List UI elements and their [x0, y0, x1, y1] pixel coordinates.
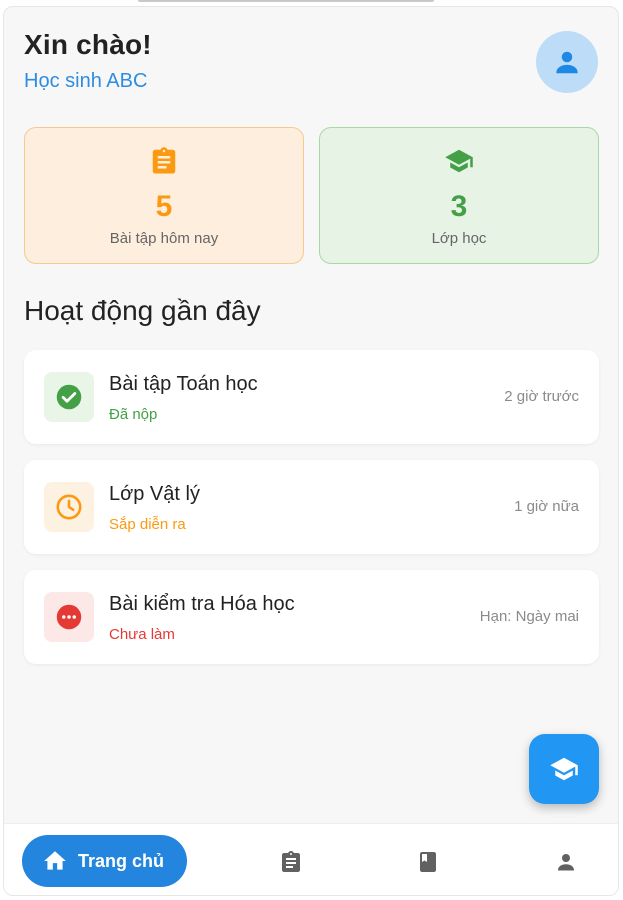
join-class-fab[interactable] — [529, 734, 599, 804]
clock-icon — [56, 494, 82, 520]
stat-card-classes[interactable]: 3 Lớp học — [319, 127, 599, 264]
activity-item-chemistry[interactable]: Bài kiểm tra Hóa học Chưa làm Hạn: Ngày … — [24, 570, 599, 664]
graduation-cap-icon — [550, 757, 578, 781]
activity-icon-box — [44, 592, 94, 642]
activity-status: Sắp diễn ra — [109, 516, 186, 533]
nav-profile[interactable] — [553, 849, 579, 875]
stat-value: 5 — [155, 190, 173, 223]
stat-label: Bài tập hôm nay — [109, 230, 219, 247]
graduation-cap-icon — [445, 149, 473, 173]
nav-home-button[interactable]: Trang chủ — [22, 835, 187, 887]
bottom-nav: Trang chủ — [4, 823, 618, 895]
activity-title: Bài tập Toán học — [109, 373, 258, 395]
book-icon — [420, 852, 436, 872]
activity-item-physics[interactable]: Lớp Vật lý Sắp diễn ra 1 giờ nữa — [24, 460, 599, 554]
greeting-title: Xin chào! — [24, 29, 152, 60]
section-title: Hoạt động gần đây — [24, 295, 261, 326]
activity-title: Lớp Vật lý — [109, 483, 200, 505]
home-icon — [44, 851, 66, 870]
activity-icon-box — [44, 372, 94, 422]
activity-status: Đã nộp — [109, 406, 158, 423]
check-circle-icon — [56, 384, 82, 410]
nav-classes[interactable] — [415, 849, 441, 875]
stat-card-assignments[interactable]: 5 Bài tập hôm nay — [24, 127, 304, 264]
stat-label: Lớp học — [431, 230, 487, 247]
person-icon — [558, 854, 574, 871]
user-name: Học sinh ABC — [24, 70, 148, 92]
activity-icon-box — [44, 482, 94, 532]
nav-assignments[interactable] — [278, 849, 304, 875]
person-icon — [556, 51, 578, 74]
activity-status: Chưa làm — [109, 626, 175, 643]
stat-value: 3 — [450, 190, 468, 223]
nav-home-label: Trang chủ — [78, 850, 165, 871]
clipboard-icon — [282, 851, 300, 872]
activity-time: 1 giờ nữa — [514, 498, 579, 515]
activity-time: 2 giờ trước — [504, 388, 579, 405]
top-notch — [138, 0, 434, 2]
avatar[interactable] — [536, 31, 598, 93]
app-screen: Xin chào! Học sinh ABC 5 Bài tập hôm nay… — [3, 6, 619, 896]
clipboard-icon — [152, 147, 176, 174]
more-circle-icon — [56, 604, 82, 630]
activity-item-math[interactable]: Bài tập Toán học Đã nộp 2 giờ trước — [24, 350, 599, 444]
activity-time: Hạn: Ngày mai — [479, 608, 579, 625]
activity-title: Bài kiểm tra Hóa học — [109, 593, 295, 615]
